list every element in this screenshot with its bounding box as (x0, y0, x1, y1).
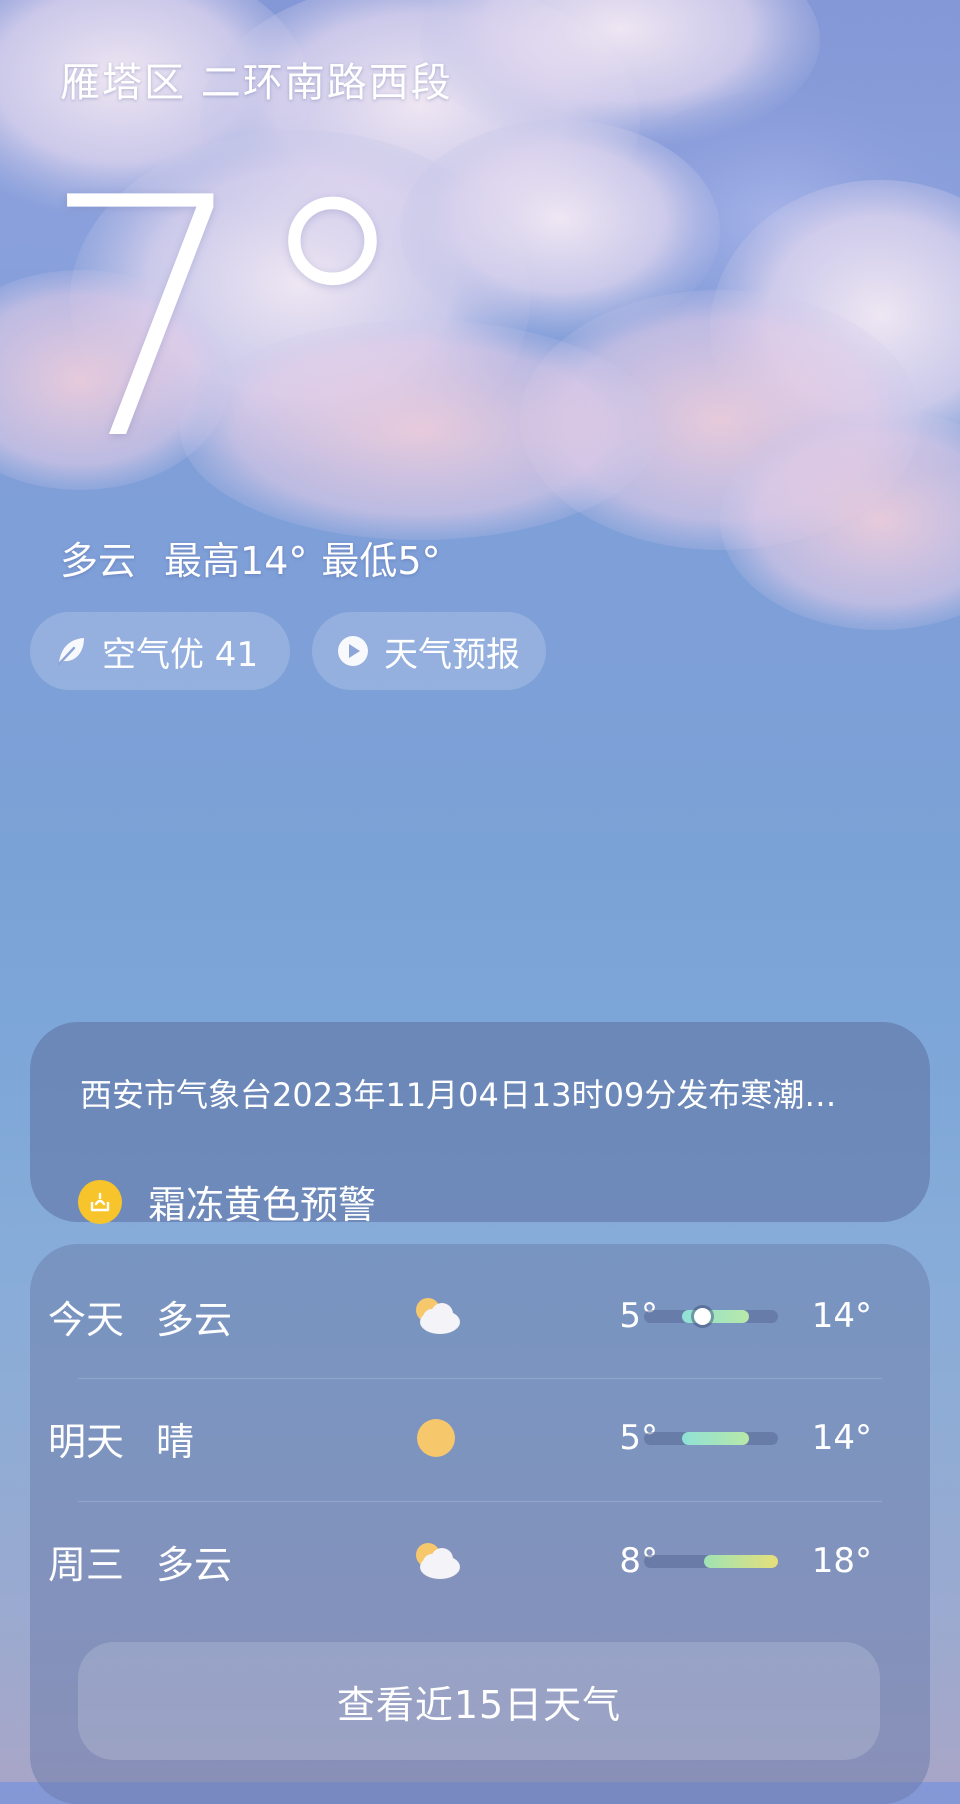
play-icon (336, 634, 370, 668)
forecast-video-pill[interactable]: 天气预报 (312, 612, 546, 690)
partly-cloudy-icon (406, 1291, 466, 1341)
forecast-row[interactable]: 周三 多云 8° 18° (48, 1501, 872, 1621)
today-low: 最低5° (321, 539, 441, 583)
today-high: 最高14° (164, 539, 308, 583)
current-condition: 多云 (60, 539, 137, 583)
alert-tag: 霜冻黄色预警 (78, 1174, 376, 1229)
current-temperature-marker (693, 1308, 711, 1325)
sun-icon (406, 1413, 466, 1463)
weather-alert-card[interactable]: 西安市气象台2023年11月04日13时09分发布寒潮… 霜冻黄色预警 (30, 1022, 930, 1227)
alert-icon (78, 1179, 122, 1224)
forecast-condition: 多云 (156, 1542, 233, 1587)
alert-tag-label: 霜冻黄色预警 (148, 1183, 377, 1227)
view-15-day-button[interactable]: 查看近15日天气 (78, 1642, 880, 1760)
forecast-high: 14° (811, 1296, 872, 1336)
row-divider (78, 1501, 882, 1502)
forecast-condition: 多云 (156, 1297, 233, 1342)
temperature-range-fill (681, 1432, 749, 1445)
current-temperature: 7° (40, 128, 415, 512)
forecast-high: 14° (811, 1418, 872, 1458)
location-title[interactable]: 雁塔区 二环南路西段 (60, 50, 453, 108)
temperature-range-fill (681, 1310, 749, 1323)
forecast-condition: 晴 (156, 1419, 195, 1464)
forecast-row[interactable]: 明天晴 5° 14° (48, 1378, 872, 1498)
row-divider (78, 1378, 882, 1379)
forecast-video-label: 天气预报 (384, 634, 520, 675)
air-quality-label: 空气优 41 (102, 634, 259, 675)
forecast-day: 周三 (48, 1542, 125, 1587)
forecast-row[interactable]: 今天 多云 5° 14° (48, 1256, 872, 1376)
air-quality-pill[interactable]: 空气优 41 (30, 612, 290, 690)
temperature-range-bar (644, 1555, 778, 1568)
leaf-icon (54, 634, 88, 668)
temperature-range-bar (644, 1308, 778, 1325)
temperature-range-bar (644, 1432, 778, 1445)
forecast-high: 18° (811, 1541, 872, 1581)
forecast-day: 明天 (48, 1419, 125, 1464)
temperature-range-fill (704, 1555, 778, 1568)
current-summary: 多云 最高14° 最低5° (60, 530, 469, 585)
forecast-day: 今天 (48, 1297, 125, 1342)
partly-cloudy-icon (406, 1536, 466, 1586)
alert-text: 西安市气象台2023年11月04日13时09分发布寒潮… (80, 1076, 837, 1114)
